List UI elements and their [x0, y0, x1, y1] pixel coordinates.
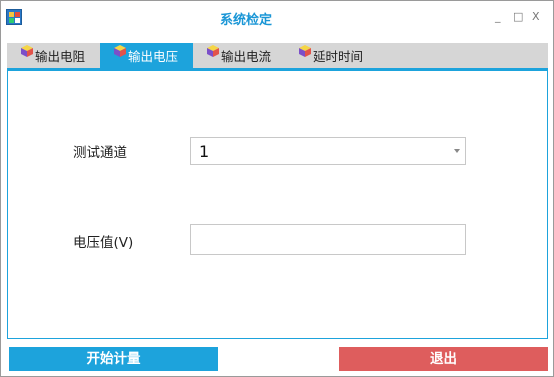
tab-panel-output-voltage [7, 71, 548, 339]
cube-icon [207, 45, 219, 57]
voltage-input[interactable] [190, 224, 466, 255]
cube-icon [114, 45, 126, 57]
tab-output-resistance[interactable]: 输出电阻 [7, 43, 97, 68]
maximize-icon[interactable]: □ [513, 10, 523, 23]
minimize-icon[interactable]: _ [495, 10, 501, 23]
title-bar[interactable]: 系统检定 _ □ X [1, 1, 553, 35]
tab-label: 输出电压 [128, 49, 179, 64]
tab-delay-time[interactable]: 延时时间 [285, 43, 381, 68]
tab-strip: 输出电阻 输出电压 输出电流 延时时间 [7, 43, 548, 68]
close-icon[interactable]: X [532, 10, 540, 23]
channel-select[interactable]: 1 [190, 137, 466, 165]
voltage-label: 电压值(V) [73, 235, 134, 251]
main-window: 系统检定 _ □ X 输出电阻 输出电压 输出电流 延时时间 测试通道 1 电压… [0, 0, 554, 377]
channel-label: 测试通道 [73, 145, 127, 161]
window-title: 系统检定 [219, 13, 272, 28]
exit-button[interactable]: 退出 [339, 347, 548, 371]
cube-icon [299, 45, 311, 57]
tab-label: 延时时间 [313, 49, 364, 64]
tab-output-current[interactable]: 输出电流 [193, 43, 285, 68]
chevron-down-icon[interactable] [454, 149, 460, 153]
tab-output-voltage[interactable]: 输出电压 [100, 43, 193, 68]
tab-label: 输出电阻 [35, 49, 86, 64]
tab-label: 输出电流 [221, 49, 272, 64]
cube-icon [21, 45, 33, 57]
channel-selected-value: 1 [199, 142, 210, 161]
start-measure-button[interactable]: 开始计量 [9, 347, 218, 371]
